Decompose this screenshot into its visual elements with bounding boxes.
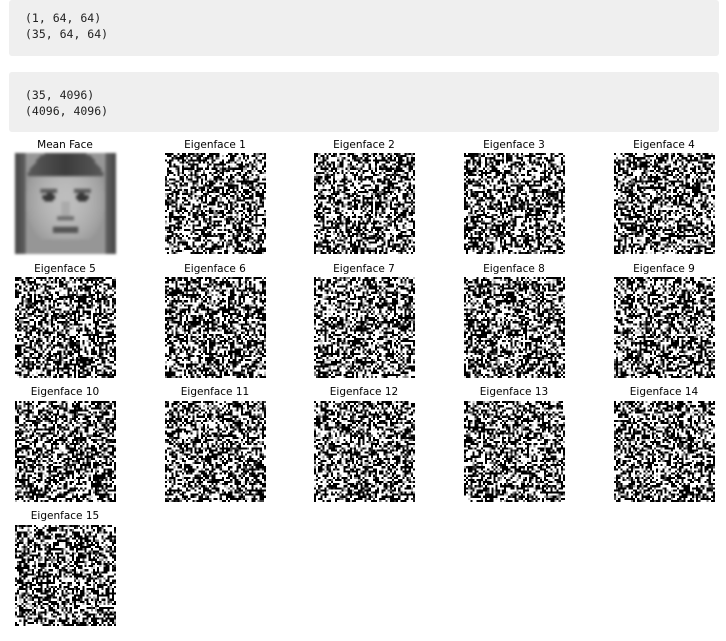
face-title: Eigenface 11 xyxy=(180,386,250,398)
mean-face-image xyxy=(15,153,116,254)
eigenface-image xyxy=(165,277,266,378)
face-title: Eigenface 4 xyxy=(633,139,695,151)
eigenface-image xyxy=(314,277,415,378)
face-title: Eigenface 14 xyxy=(629,386,699,398)
eigenface-image xyxy=(464,277,565,378)
face-title: Eigenface 8 xyxy=(483,263,545,275)
face-title: Eigenface 10 xyxy=(30,386,100,398)
face-title: Eigenface 3 xyxy=(483,139,545,151)
eigenface-image xyxy=(314,401,415,502)
face-title: Eigenface 12 xyxy=(329,386,399,398)
eigenface-image xyxy=(314,153,415,254)
face-title: Eigenface 7 xyxy=(333,263,395,275)
eigenface-image xyxy=(15,525,116,626)
output-line: (35, 4096) xyxy=(25,88,95,102)
output-line: (1, 64, 64) xyxy=(25,11,102,25)
face-title: Eigenface 5 xyxy=(34,263,96,275)
eigenface-image xyxy=(165,401,266,502)
eigenface-image xyxy=(15,401,116,502)
eigenface-image xyxy=(15,277,116,378)
eigenface-image xyxy=(464,401,565,502)
output-line: (35, 64, 64) xyxy=(25,27,109,41)
eigenface-image xyxy=(165,153,266,254)
eigenface-image xyxy=(464,153,565,254)
output-line: (4096, 4096) xyxy=(25,104,109,118)
eigenface-image xyxy=(614,153,715,254)
face-title: Eigenface 2 xyxy=(333,139,395,151)
face-title: Eigenface 1 xyxy=(184,139,246,151)
eigenface-image xyxy=(614,277,715,378)
face-title: Mean Face xyxy=(37,139,93,151)
eigenface-image xyxy=(614,401,715,502)
output-cell-shapes-2: (35, 4096) (4096, 4096) xyxy=(9,72,719,132)
face-title: Eigenface 6 xyxy=(184,263,246,275)
face-title: Eigenface 15 xyxy=(30,510,100,522)
face-title: Eigenface 13 xyxy=(479,386,549,398)
face-title: Eigenface 9 xyxy=(633,263,695,275)
output-cell-shapes-1: (1, 64, 64) (35, 64, 64) xyxy=(9,0,719,56)
